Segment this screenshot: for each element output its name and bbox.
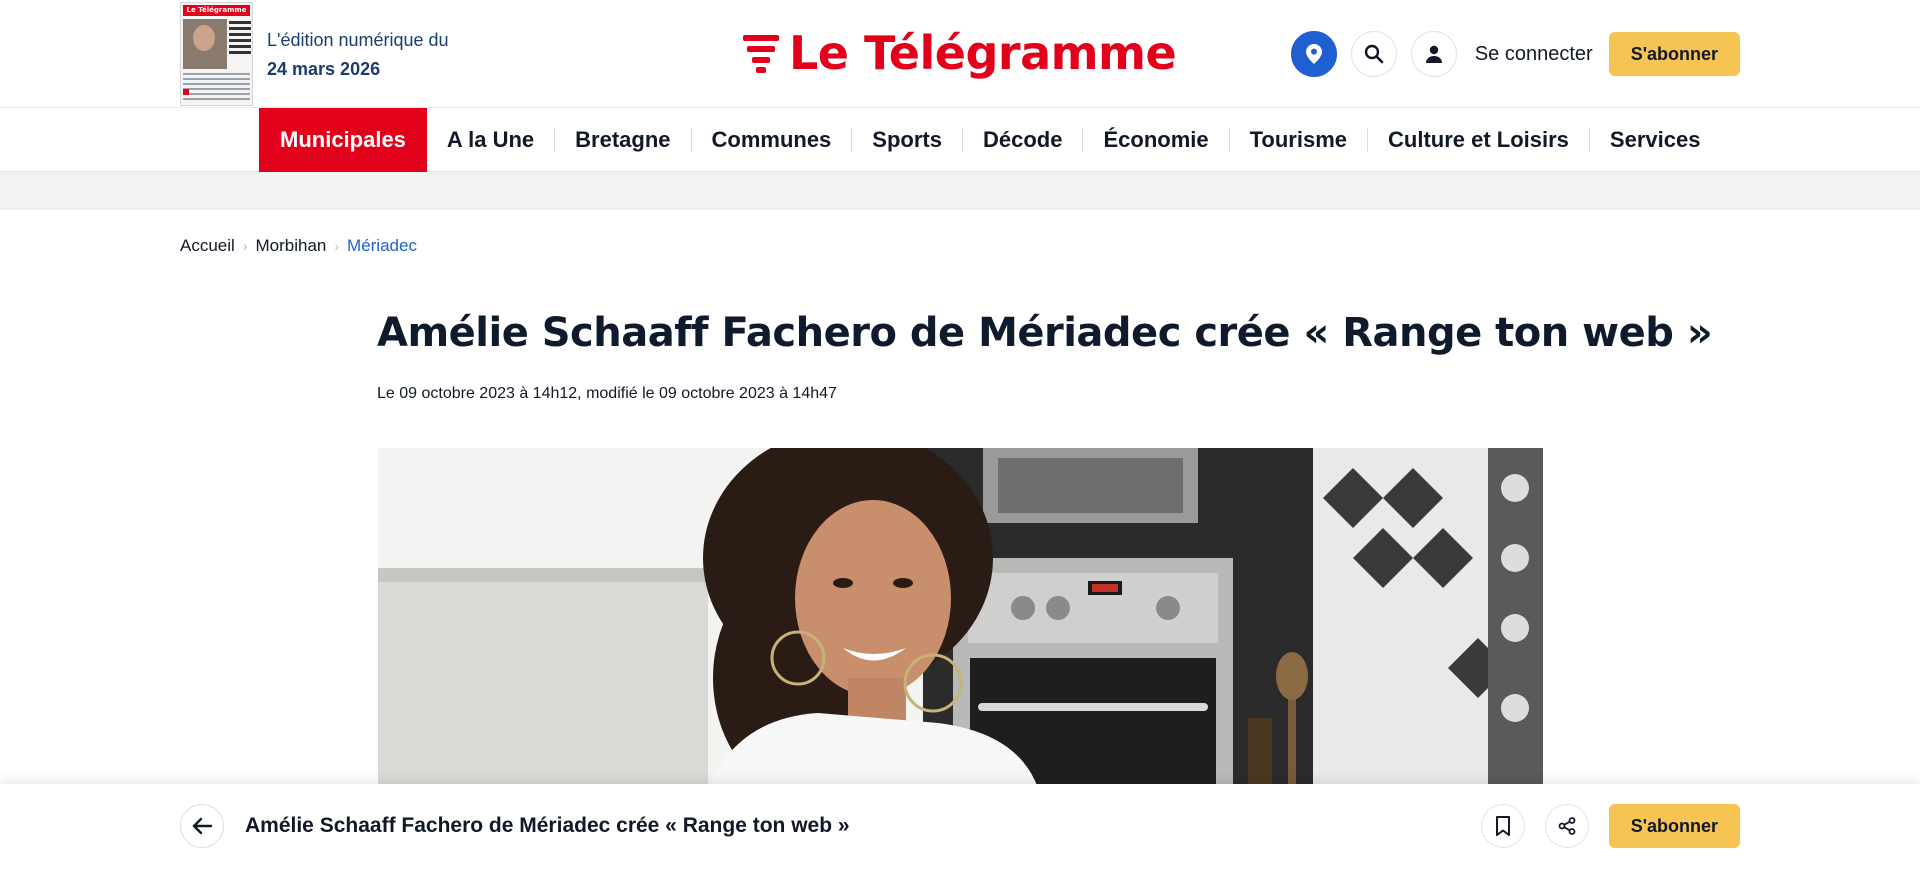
ad-banner-space <box>0 172 1920 210</box>
header-actions: Se connecter S'abonner <box>1290 31 1740 77</box>
article-date: Le 09 octobre 2023 à 14h12, modifié le 0… <box>377 385 837 402</box>
breadcrumb-home[interactable]: Accueil <box>180 236 235 256</box>
chevron-right-icon: › <box>242 238 248 254</box>
nav-item-sports[interactable]: Sports <box>851 128 962 152</box>
nav-item-economie[interactable]: Économie <box>1082 128 1228 152</box>
bookmark-button[interactable] <box>1480 804 1525 848</box>
search-icon <box>1364 44 1384 64</box>
user-icon <box>1425 45 1442 63</box>
nav-item-communes[interactable]: Communes <box>690 128 852 152</box>
edition-date: 24 mars 2026 <box>267 59 381 79</box>
sticky-actions: S'abonner <box>1480 804 1740 848</box>
nav-item-a-la-une[interactable]: A la Une <box>427 128 554 152</box>
edition-cover-thumbnail[interactable]: Le Télégramme <box>180 2 253 106</box>
nav-items: Municipales A la Une Bretagne Communes S… <box>259 108 1720 172</box>
edition-text: L'édition numérique du 24 mars 2026 <box>267 26 449 84</box>
account-button[interactable] <box>1410 31 1457 77</box>
nav-item-bretagne[interactable]: Bretagne <box>554 128 690 152</box>
sticky-article-bar: Amélie Schaaff Fachero de Mériadec crée … <box>0 784 1920 869</box>
search-button[interactable] <box>1350 31 1397 77</box>
breadcrumb-morbihan[interactable]: Morbihan <box>255 236 326 256</box>
share-icon <box>1558 817 1576 835</box>
logo-text: Le Télégramme <box>789 26 1177 80</box>
digital-edition-link[interactable]: Le Télégramme L'édition numérique du 24 … <box>180 2 449 106</box>
main-navigation: Municipales A la Une Bretagne Communes S… <box>0 107 1920 172</box>
breadcrumb-meriadec[interactable]: Mériadec <box>347 236 417 256</box>
nav-item-decode[interactable]: Décode <box>961 128 1082 152</box>
site-logo[interactable]: Le Télégramme <box>743 22 1177 84</box>
site-header: Le Télégramme L'édition numérique du 24 … <box>0 0 1920 107</box>
back-button[interactable] <box>180 804 224 848</box>
sticky-article-title: Amélie Schaaff Fachero de Mériadec crée … <box>245 814 850 837</box>
breadcrumb: Accueil › Morbihan › Mériadec <box>180 236 417 256</box>
nav-item-tourisme[interactable]: Tourisme <box>1228 128 1367 152</box>
login-link[interactable]: Se connecter <box>1475 43 1593 66</box>
nav-item-services[interactable]: Services <box>1588 128 1721 152</box>
edition-label: L'édition numérique du <box>267 30 449 50</box>
location-button[interactable] <box>1290 31 1337 77</box>
location-icon <box>1305 44 1322 64</box>
edition-cover-masthead: Le Télégramme <box>183 5 250 16</box>
article-title: Amélie Schaaff Fachero de Mériadec crée … <box>377 310 1713 356</box>
arrow-left-icon <box>192 817 213 835</box>
article-hero-image <box>378 448 1543 788</box>
share-button[interactable] <box>1544 804 1589 848</box>
chevron-right-icon: › <box>334 238 340 254</box>
nav-item-municipales[interactable]: Municipales <box>259 108 427 172</box>
sticky-subscribe-button[interactable]: S'abonner <box>1608 804 1740 848</box>
bookmark-icon <box>1495 816 1510 836</box>
subscribe-button[interactable]: S'abonner <box>1608 32 1740 76</box>
nav-item-culture-et-loisirs[interactable]: Culture et Loisirs <box>1367 128 1589 152</box>
logo-mark-icon <box>743 35 779 73</box>
